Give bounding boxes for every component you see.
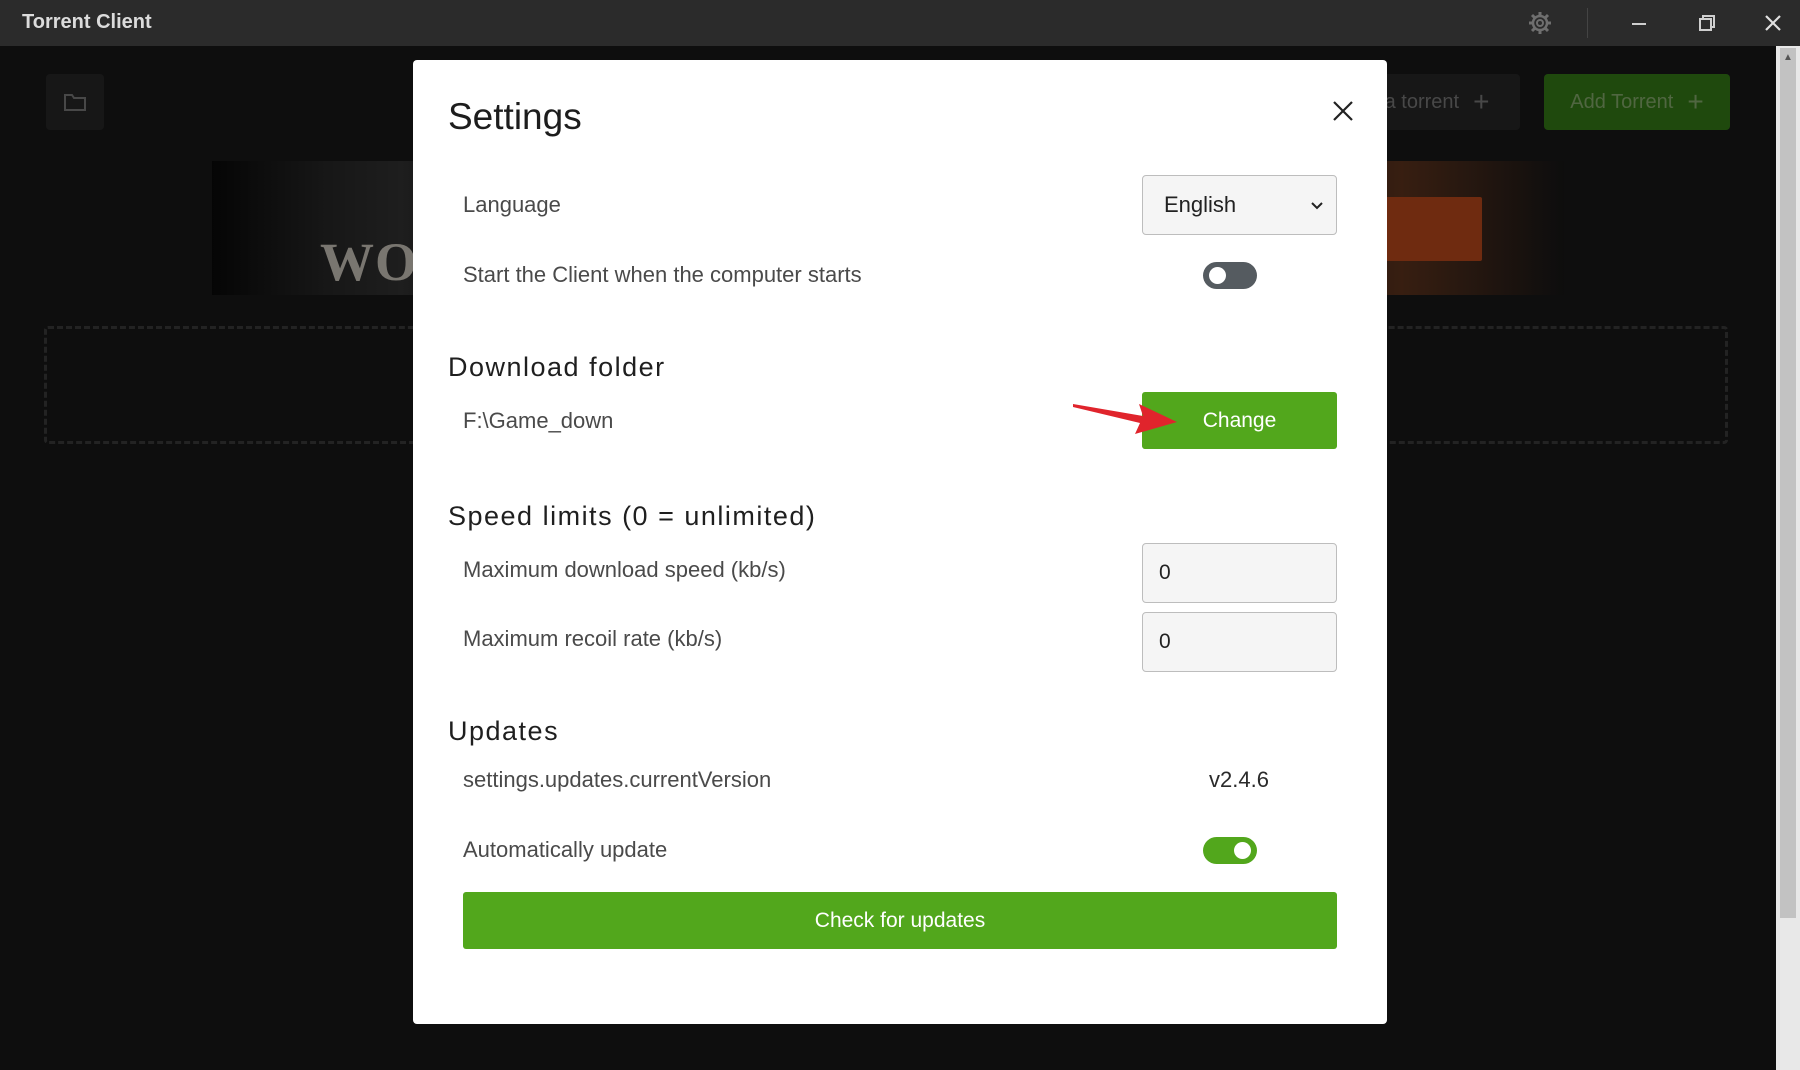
titlebar-divider — [1587, 8, 1588, 38]
auto-update-toggle[interactable] — [1203, 837, 1257, 864]
scroll-up-icon[interactable]: ▲ — [1780, 48, 1796, 68]
check-for-updates-button[interactable]: Check for updates — [463, 892, 1337, 949]
language-label: Language — [463, 192, 561, 217]
close-icon — [1333, 101, 1353, 121]
toggle-knob — [1234, 842, 1251, 859]
minimize-icon[interactable] — [1626, 10, 1652, 36]
max-upload-rate-input[interactable] — [1142, 612, 1337, 672]
current-version-value: v2.4.6 — [1209, 767, 1269, 792]
max-download-speed-input[interactable] — [1142, 543, 1337, 603]
close-dialog-button[interactable] — [1325, 93, 1361, 129]
language-select[interactable]: English — [1142, 175, 1337, 235]
restore-icon[interactable] — [1694, 10, 1720, 36]
download-path: F:\Game_down — [463, 408, 614, 433]
current-version-label: settings.updates.currentVersion — [463, 767, 772, 792]
download-folder-heading: Download folder — [448, 352, 666, 382]
language-value: English — [1164, 192, 1237, 217]
settings-dialog: Settings Language English Start the Clie… — [413, 60, 1387, 1024]
scrollbar-thumb[interactable] — [1780, 48, 1796, 918]
max-upload-rate-label: Maximum recoil rate (kb/s) — [463, 626, 723, 651]
chevron-down-icon — [1311, 202, 1323, 210]
max-download-speed-label: Maximum download speed (kb/s) — [463, 557, 786, 582]
updates-heading: Updates — [448, 716, 560, 746]
gear-icon[interactable] — [1527, 10, 1553, 36]
speed-limits-heading: Speed limits (0 = unlimited) — [448, 501, 817, 531]
annotation-arrow-icon — [1073, 404, 1177, 434]
auto-update-label: Automatically update — [463, 837, 668, 862]
app-title: Torrent Client — [22, 11, 152, 33]
title-bar: Torrent Client — [0, 0, 1800, 46]
close-icon[interactable] — [1760, 10, 1786, 36]
toggle-knob — [1209, 267, 1226, 284]
autostart-label: Start the Client when the computer start… — [463, 262, 862, 287]
autostart-toggle[interactable] — [1203, 262, 1257, 289]
dialog-title: Settings — [448, 96, 582, 137]
